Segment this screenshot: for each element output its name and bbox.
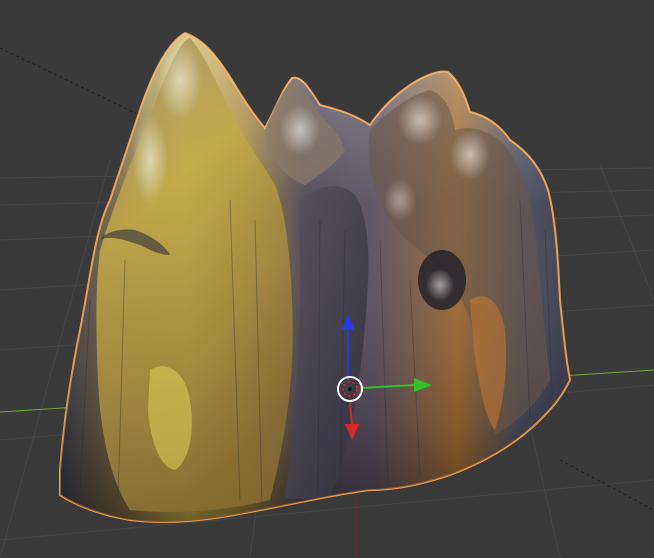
3d-viewport[interactable] [0,0,654,558]
view-guide-line [0,47,151,121]
viewport-scene[interactable] [0,0,654,558]
rock-mountain-mesh[interactable] [59,31,572,523]
